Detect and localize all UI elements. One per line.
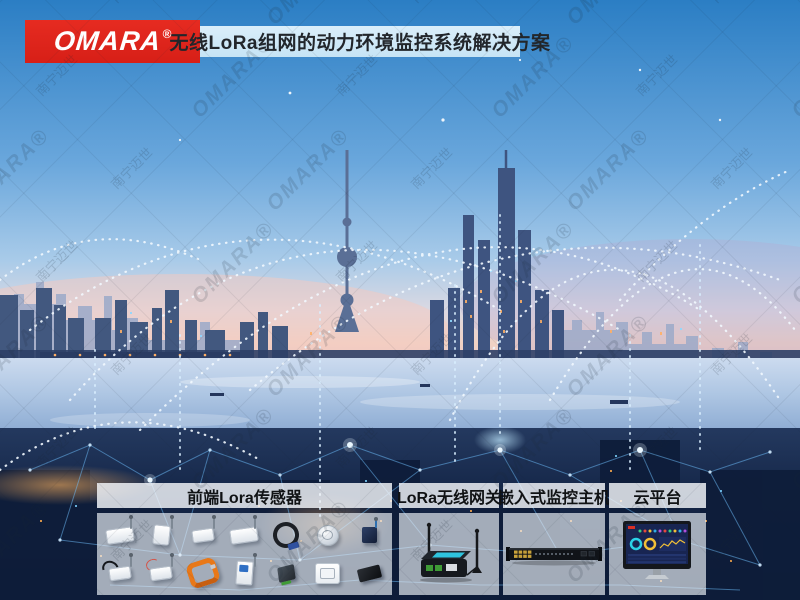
io-module-icon <box>265 554 307 592</box>
power-box-icon <box>348 554 390 592</box>
poster-canvas: OMARA ® 无线LoRa组网的动力环境监控系统解决方案 前端Lora传感器 … <box>0 0 800 600</box>
cube-sensor-icon <box>348 516 390 554</box>
section-header-cloud: 云平台 <box>609 483 706 508</box>
wall-controller-icon <box>307 554 349 592</box>
section-header-gateway: LoRa无线网关 <box>399 483 499 508</box>
wired-sensor-icon <box>141 554 183 592</box>
door-magnetic-sensor-icon <box>141 516 183 554</box>
brand-logo-text: OMARA <box>52 28 162 55</box>
small-wireless-sensor-icon <box>182 516 224 554</box>
banner-title-strip: 无线LoRa组网的动力环境监控系统解决方案 <box>200 26 520 57</box>
monitoring-host-icon <box>503 513 605 595</box>
temp-humidity-sensor-icon <box>99 516 141 554</box>
lora-gateway-icon <box>399 513 499 595</box>
smoke-detector-icon <box>307 516 349 554</box>
probe-temperature-sensor-icon <box>99 554 141 592</box>
banner-title-text: 无线LoRa组网的动力环境监控系统解决方案 <box>170 28 551 55</box>
host-panel <box>503 513 605 595</box>
section-gateway: LoRa无线网关 <box>399 483 499 595</box>
section-sensors: 前端Lora传感器 <box>97 483 392 595</box>
current-clamp-sensor-icon <box>182 554 224 592</box>
lcd-wireless-sensor-icon <box>224 554 266 592</box>
section-host: 嵌入式监控主机 <box>503 483 605 595</box>
section-header-sensors: 前端Lora传感器 <box>97 483 392 508</box>
section-cloud: 云平台 <box>609 483 706 595</box>
gas-sensor-icon <box>224 516 266 554</box>
cloud-dashboard-monitor-icon <box>609 513 706 595</box>
cloud-panel <box>609 513 706 595</box>
section-header-host: 嵌入式监控主机 <box>503 483 605 508</box>
leak-detection-cable-icon <box>265 516 307 554</box>
sensor-products-panel <box>97 513 392 595</box>
gateway-panel <box>399 513 499 595</box>
